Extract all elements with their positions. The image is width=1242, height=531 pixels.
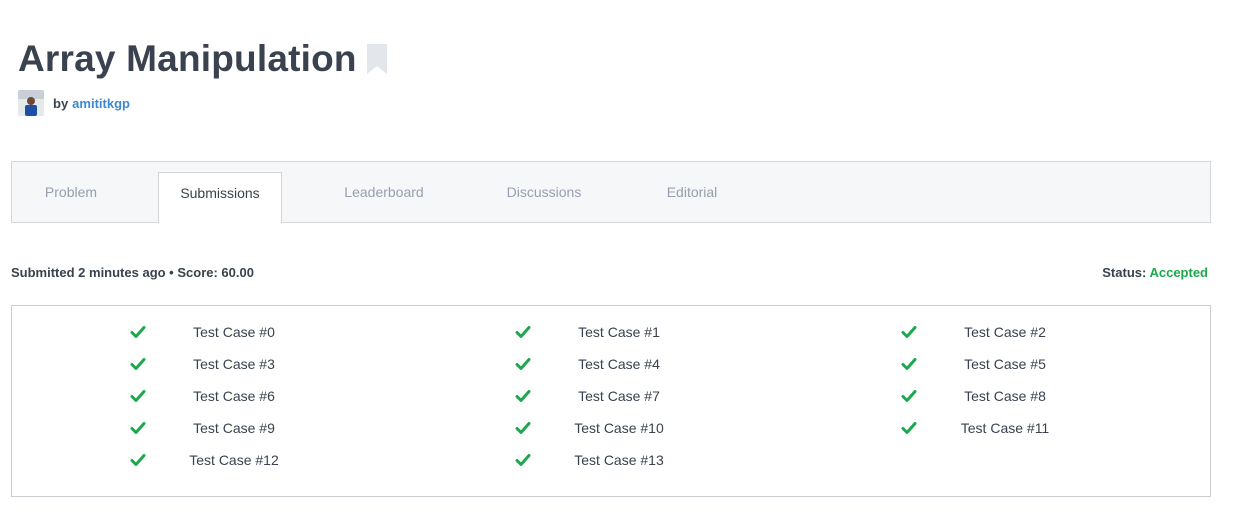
check-icon [901,420,917,436]
check-icon [901,324,917,340]
tab-discussions[interactable]: Discussions [482,162,606,222]
status-value: Accepted [1149,265,1208,280]
check-icon [515,356,531,372]
check-icon [130,388,146,404]
author-row: by amititkgp [18,90,130,116]
test-case-label[interactable]: Test Case #10 [559,420,679,436]
check-icon [515,388,531,404]
status-label: Status: [1102,265,1147,280]
check-icon [130,420,146,436]
test-case-label[interactable]: Test Case #6 [174,388,294,404]
bookmark-icon[interactable] [366,44,387,74]
test-cases-panel: Test Case #0 Test Case #1 Test Case #2 Test… [11,305,1211,497]
test-case-label[interactable]: Test Case #2 [945,324,1065,340]
test-case-label[interactable]: Test Case #11 [945,420,1065,436]
avatar[interactable] [18,90,44,116]
test-case-label[interactable]: Test Case #13 [559,452,679,468]
page: Array Manipulation by amititkgp Problem … [0,0,1242,531]
tab-editorial[interactable]: Editorial [642,162,742,222]
test-case-label[interactable]: Test Case #0 [174,324,294,340]
page-title: Array Manipulation [18,38,357,79]
test-case-label[interactable]: Test Case #3 [174,356,294,372]
test-case-label[interactable]: Test Case #9 [174,420,294,436]
check-icon [901,388,917,404]
check-icon [515,420,531,436]
by-label: by [53,95,69,111]
tab-bar: Problem Submissions Leaderboard Discussi… [11,161,1211,223]
test-case-label[interactable]: Test Case #1 [559,324,679,340]
tab-leaderboard[interactable]: Leaderboard [322,162,446,222]
check-icon [130,356,146,372]
test-case-label[interactable]: Test Case #7 [559,388,679,404]
tab-problem[interactable]: Problem [12,162,130,222]
submission-summary: Submitted 2 minutes ago • Score: 60.00 [11,265,254,280]
check-icon [130,324,146,340]
test-case-label[interactable]: Test Case #12 [174,452,294,468]
submission-status: Status: Accepted [1102,265,1208,280]
author-link[interactable]: amititkgp [72,96,130,111]
tab-submissions[interactable]: Submissions [158,172,282,223]
test-case-label[interactable]: Test Case #4 [559,356,679,372]
test-case-label[interactable]: Test Case #8 [945,388,1065,404]
check-icon [901,356,917,372]
check-icon [515,452,531,468]
check-icon [130,452,146,468]
test-case-label[interactable]: Test Case #5 [945,356,1065,372]
check-icon [515,324,531,340]
title-row: Array Manipulation [18,38,387,80]
